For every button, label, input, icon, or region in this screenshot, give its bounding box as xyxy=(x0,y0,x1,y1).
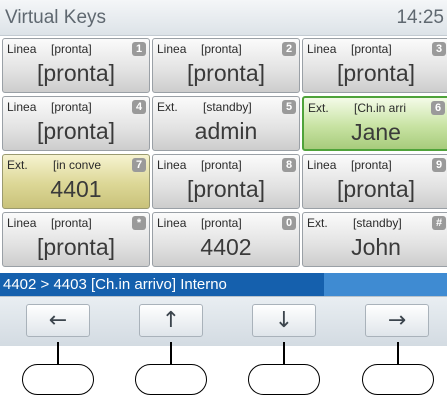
virtual-key-7[interactable]: Ext. [in conve 7 4401 xyxy=(2,154,150,209)
arrow-left-softkey[interactable]: ← xyxy=(26,304,90,337)
key-status-label: [in conve xyxy=(53,158,102,172)
virtual-key-8[interactable]: Linea [pronta] 8 [pronta] xyxy=(152,154,300,209)
virtual-key-1[interactable]: Linea [pronta] 1 [pronta] xyxy=(2,38,150,93)
key-status-label: [pronta] xyxy=(201,42,242,56)
key-number-badge: 7 xyxy=(132,158,146,172)
virtual-key-10[interactable]: Linea [pronta] * [pronta] xyxy=(2,212,150,267)
virtual-key-4[interactable]: Linea [pronta] 4 [pronta] xyxy=(2,96,150,151)
key-type-label: Linea xyxy=(157,216,187,230)
virtual-key-2[interactable]: Linea [pronta] 2 [pronta] xyxy=(152,38,300,93)
key-type-label: Ext. xyxy=(7,158,28,172)
key-number-badge: # xyxy=(432,216,446,230)
key-type-label: Linea xyxy=(157,158,187,172)
key-number-badge: 2 xyxy=(282,42,296,56)
key-main-label: 4401 xyxy=(50,176,102,202)
key-status-label: [pronta] xyxy=(351,158,392,172)
phone-screen: Virtual Keys 14:25 Linea [pronta] 1 [pronta… xyxy=(0,0,447,346)
key-main-label: John xyxy=(351,234,401,260)
title-bar: Virtual Keys 14:25 xyxy=(0,0,447,36)
hardware-key-1[interactable] xyxy=(22,364,94,395)
key-main-label: [pronta] xyxy=(187,176,265,202)
arrow-left-icon: ← xyxy=(48,308,68,333)
virtual-key-3[interactable]: Linea [pronta] 3 [pronta] xyxy=(302,38,447,93)
key-type-label: Linea xyxy=(7,216,37,230)
key-status-label: [Ch.in arri xyxy=(354,101,407,115)
screen-title: Virtual Keys xyxy=(5,7,107,28)
key-number-badge: 9 xyxy=(432,158,446,172)
key-main-label: [pronta] xyxy=(337,60,415,86)
key-type-label: Linea xyxy=(7,42,37,56)
arrow-up-icon: ↑ xyxy=(161,308,181,333)
key-number-badge: 3 xyxy=(432,42,446,56)
key-status-label: [pronta] xyxy=(201,158,242,172)
status-bar-fill xyxy=(324,273,447,296)
key-number-badge: 4 xyxy=(132,100,146,114)
key-type-label: Linea xyxy=(307,158,337,172)
status-message: 4402 > 4403 [Ch.in arrivo] Interno xyxy=(0,273,324,296)
key-status-label: [pronta] xyxy=(51,42,92,56)
hardware-key-4[interactable] xyxy=(362,364,434,395)
virtual-key-9[interactable]: Linea [pronta] 9 [pronta] xyxy=(302,154,447,209)
key-main-label: [pronta] xyxy=(37,234,115,260)
key-number-badge: 5 xyxy=(282,100,296,114)
softkey-bar: ← ↑ ↓ → xyxy=(0,296,447,346)
status-bar: 4402 > 4403 [Ch.in arrivo] Interno xyxy=(0,273,447,296)
arrow-down-softkey[interactable]: ↓ xyxy=(252,304,316,337)
arrow-right-softkey[interactable]: → xyxy=(365,304,429,337)
virtual-key-6[interactable]: Ext. [Ch.in arri 6 Jane xyxy=(302,96,447,151)
key-number-badge: 6 xyxy=(431,101,445,115)
key-number-badge: * xyxy=(132,216,146,230)
virtual-key-grid: Linea [pronta] 1 [pronta] Linea [pronta] 2 [pro… xyxy=(2,38,447,268)
key-number-badge: 1 xyxy=(132,42,146,56)
key-status-label: [pronta] xyxy=(351,42,392,56)
key-status-label: [pronta] xyxy=(201,216,242,230)
key-main-label: admin xyxy=(194,118,258,144)
hardware-key-connector xyxy=(283,342,285,364)
clock: 14:25 xyxy=(396,7,444,28)
key-status-label: [pronta] xyxy=(51,100,92,114)
key-main-label: [pronta] xyxy=(37,118,115,144)
arrow-right-icon: → xyxy=(387,308,407,333)
key-main-label: [pronta] xyxy=(337,176,415,202)
key-status-label: [pronta] xyxy=(51,216,92,230)
virtual-key-12[interactable]: Ext. [standby] # John xyxy=(302,212,447,267)
hardware-key-connector xyxy=(57,342,59,364)
key-type-label: Linea xyxy=(307,42,337,56)
key-type-label: Linea xyxy=(7,100,37,114)
arrow-down-icon: ↓ xyxy=(274,308,294,333)
arrow-up-softkey[interactable]: ↑ xyxy=(139,304,203,337)
hardware-key-3[interactable] xyxy=(248,364,320,395)
hardware-key-connector xyxy=(397,342,399,364)
key-type-label: Linea xyxy=(157,42,187,56)
virtual-key-5[interactable]: Ext. [standby] 5 admin xyxy=(152,96,300,151)
key-number-badge: 0 xyxy=(282,216,296,230)
key-main-label: [pronta] xyxy=(37,60,115,86)
key-main-label: 4402 xyxy=(200,234,252,260)
key-main-label: [pronta] xyxy=(187,60,265,86)
key-main-label: Jane xyxy=(351,119,401,145)
hardware-key-2[interactable] xyxy=(135,364,207,395)
key-status-label: [standby] xyxy=(203,100,252,114)
key-type-label: Ext. xyxy=(307,216,328,230)
key-type-label: Ext. xyxy=(157,100,178,114)
key-status-label: [standby] xyxy=(353,216,402,230)
key-number-badge: 8 xyxy=(282,158,296,172)
key-type-label: Ext. xyxy=(308,101,329,115)
hardware-key-connector xyxy=(170,342,172,364)
virtual-key-11[interactable]: Linea [pronta] 0 4402 xyxy=(152,212,300,267)
